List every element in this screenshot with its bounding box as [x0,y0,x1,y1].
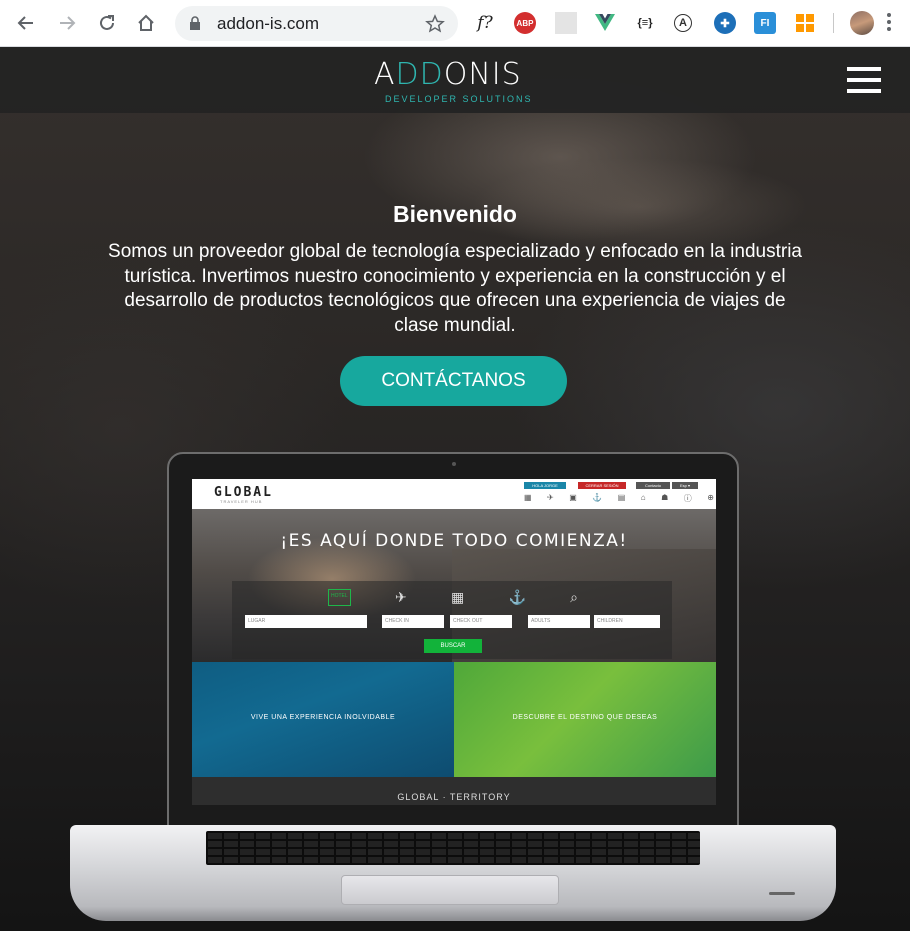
screen-footer-brand: GLOBAL · TERRITORY [397,792,511,802]
laptop-slot [769,892,795,895]
screen-field-checkout: CHECK OUT [450,615,512,628]
screen-contact: Contacto [636,482,670,489]
screen-tour-icon: ☗ [661,493,669,502]
screen-tile-surf: VIVE UNA EXPERIENCIA INOLVIDABLE [192,662,454,777]
screen-bus-icon: ▣ [569,493,577,502]
screen-cart-icon: ⊕ [707,493,714,502]
vue-icon[interactable] [594,12,616,34]
aws-icon[interactable] [794,12,816,34]
hamburger-menu-icon[interactable] [847,67,881,95]
hero-description: Somos un proveedor global de tecnología … [108,241,802,336]
screen-tab-search: ⌕ [570,589,578,605]
home-icon [138,14,154,31]
laptop-keyboard [206,831,700,865]
screen-car-icon: ⌂ [640,493,646,502]
lock-icon [190,16,200,30]
screen-search-panel: HOTEL ✈ ▦ ⚓ ⌕ LUGAR CHECK IN CHECK OUT A… [232,581,672,659]
screen-tile-surf-text: VIVE UNA EXPERIENCIA INOLVIDABLE [250,714,396,721]
site-logo[interactable]: ADDONIS [374,57,522,92]
screen-ship-icon: ⚓ [592,493,603,502]
arrow-left-icon [17,16,33,30]
reload-icon [100,15,114,30]
screen-field-adults: ADULTS [528,615,590,628]
screen-logout: CERRAR SESIÓN [578,482,626,489]
address-bar[interactable]: addon-is.com [175,6,458,41]
screen-header: GLOBAL TRAVELER HUB HOLA JORGE CERRAR SE… [192,479,716,509]
logo-part-dd: DD [395,57,444,92]
logo-tagline: DEVELOPER SOLUTIONS [385,94,533,104]
menu-kebab-icon[interactable] [886,13,892,33]
screen-tab-cruise: ⚓ [508,589,526,605]
screen-logo-sub: TRAVELER HUB [220,499,263,504]
toolbar-separator [833,13,834,33]
screen-tab-flight: ✈ [394,589,407,605]
reload-button[interactable] [94,10,120,36]
screen-hotel-icon: ▦ [524,493,532,502]
screen-map-icon: ▤ [617,493,626,502]
screen-tab-hotel: HOTEL [328,589,351,606]
url-text: addon-is.com [217,14,320,33]
laptop-camera [452,462,456,466]
screen-language: Esp ▾ [672,482,698,489]
grid-icon[interactable] [555,12,577,34]
screen-greeting: HOLA JORGE [524,482,566,489]
laptop-base [70,825,836,921]
screen-field-place: LUGAR [245,615,367,628]
browser-toolbar: addon-is.com f? ABP {≡} A ✚ FI [0,0,910,47]
screen-footer: GLOBAL · TERRITORY [192,777,716,805]
screen-search-button: BUSCAR [424,639,482,653]
json-icon[interactable]: {≡} [634,12,656,34]
web-page: ADDONIS DEVELOPER SOLUTIONS Bienvenido S… [0,47,910,931]
arrow-right-icon [60,16,76,30]
plus-circle-icon[interactable]: ✚ [714,12,736,34]
screen-logo: GLOBAL [214,485,273,500]
logo-part-onis: ONIS [443,57,522,92]
logo-part-a: A [374,57,396,92]
screen-hero: ¡ES AQUÍ DONDE TODO COMIENZA! HOTEL ✈ ▦ … [192,509,716,662]
home-button[interactable] [133,10,159,36]
contact-button[interactable]: CONTÁCTANOS [340,356,567,406]
a-circle-icon[interactable]: A [674,14,692,32]
forward-button[interactable] [54,10,80,36]
screen-icon-row: ▦ ✈ ▣ ⚓ ▤ ⌂ ☗ ⓘ ⊕ [524,493,714,505]
screen-headline: ¡ES AQUÍ DONDE TODO COMIENZA! [280,531,628,551]
hero-title: Bienvenido [393,201,517,227]
site-header: ADDONIS DEVELOPER SOLUTIONS [0,47,910,113]
laptop-screen: GLOBAL TRAVELER HUB HOLA JORGE CERRAR SE… [192,479,716,805]
screen-field-checkin: CHECK IN [382,615,444,628]
screen-tile-map: DESCUBRE EL DESTINO QUE DESEAS [454,662,716,777]
screen-plane-icon: ✈ [547,493,554,502]
adblock-icon[interactable]: ABP [514,12,536,34]
laptop-trackpad [341,875,559,905]
bookmark-star-icon[interactable] [425,14,445,34]
fi-icon[interactable]: FI [754,12,776,34]
formula-icon[interactable]: f? [474,12,496,34]
screen-tile-map-text: DESCUBRE EL DESTINO QUE DESEAS [512,714,658,721]
profile-avatar[interactable] [850,11,874,35]
screen-search-tabs: HOTEL ✈ ▦ ⚓ ⌕ [328,589,578,606]
screen-tab-bus: ▦ [450,589,465,605]
back-button[interactable] [13,10,39,36]
screen-field-children: CHILDREN [594,615,660,628]
screen-info-icon: ⓘ [683,494,692,503]
laptop-image: GLOBAL TRAVELER HUB HOLA JORGE CERRAR SE… [167,452,739,882]
